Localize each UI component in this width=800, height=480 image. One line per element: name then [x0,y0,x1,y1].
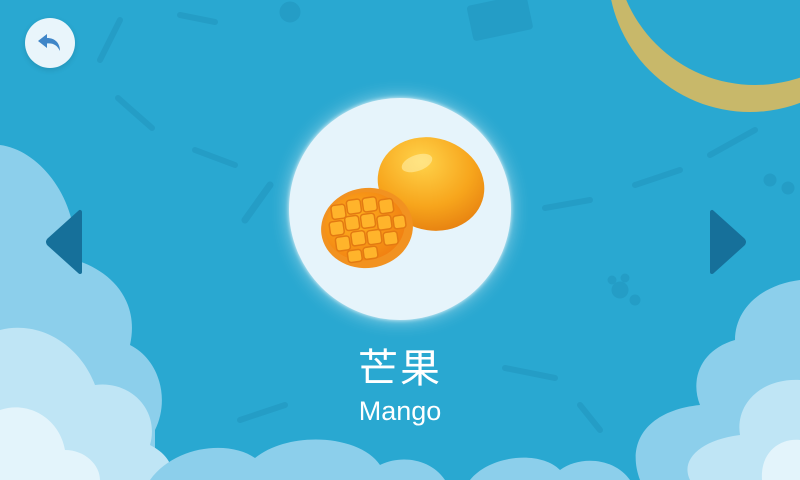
mango-illustration [321,137,485,269]
moon-decoration [611,0,800,112]
back-button[interactable] [25,18,75,68]
previous-button[interactable] [44,207,84,277]
cloud-left [0,145,172,480]
item-name-english: Mango [358,396,442,426]
cloud-bottom [150,439,630,480]
item-card[interactable] [289,98,511,320]
undo-arrow-icon [38,34,60,51]
next-button[interactable] [708,207,748,277]
item-name-chinese: 芒果 [358,346,442,392]
